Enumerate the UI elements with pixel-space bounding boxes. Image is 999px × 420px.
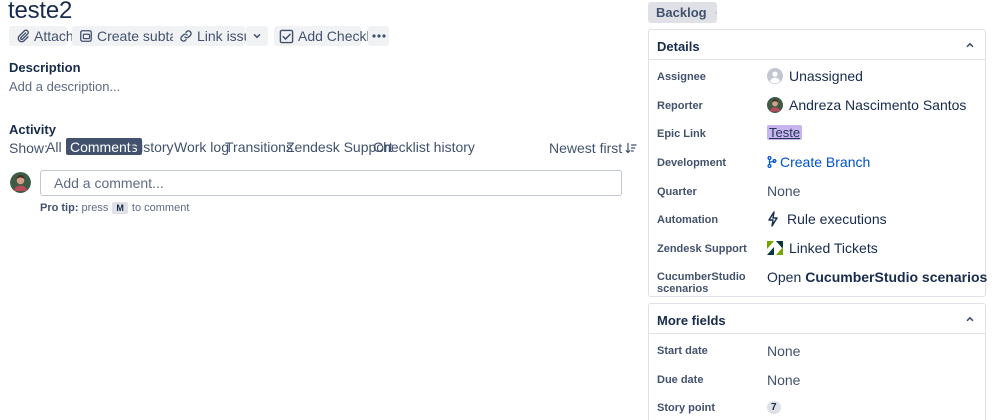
story-point-field[interactable]: 7: [767, 401, 781, 414]
cucumberstudio-label: CucumberStudio scenarios: [657, 271, 746, 295]
link-issue-button[interactable]: Link issue: [173, 26, 259, 46]
story-point-badge: 7: [767, 401, 781, 414]
chevron-up-icon[interactable]: [965, 40, 975, 50]
more-fields-header[interactable]: More fields: [649, 304, 985, 334]
description-heading: Description: [9, 60, 81, 75]
due-date-value[interactable]: None: [767, 372, 800, 388]
issue-title[interactable]: teste2: [8, 0, 72, 25]
cucumberstudio-open: Open: [767, 269, 802, 285]
sort-label: Newest first: [549, 140, 623, 156]
add-checklist-button[interactable]: Add Checklist: [274, 26, 384, 46]
epic-link-lozenge[interactable]: Teste: [767, 125, 803, 140]
attach-label: Attach: [34, 28, 74, 44]
assignee-label: Assignee: [657, 71, 706, 83]
zendesk-icon: [767, 241, 783, 255]
description-placeholder[interactable]: Add a description...: [9, 79, 120, 94]
details-title: Details: [657, 39, 700, 54]
create-branch-label: Create Branch: [780, 154, 871, 170]
reporter-value: Andreza Nascimento Santos: [789, 97, 967, 113]
create-branch-link[interactable]: Create Branch: [767, 154, 870, 170]
assignee-value: Unassigned: [789, 68, 863, 84]
due-date-label: Due date: [657, 374, 704, 386]
protip-suffix: to comment: [131, 202, 190, 214]
sort-newest-first-button[interactable]: Newest first: [549, 140, 637, 156]
linked-tickets-label: Linked Tickets: [789, 240, 878, 256]
chevron-down-icon: [253, 34, 261, 39]
protip: Pro tip: press M to comment: [40, 202, 189, 214]
activity-heading: Activity: [9, 122, 56, 137]
branch-icon: [767, 156, 777, 168]
comment-input[interactable]: Add a comment...: [40, 170, 622, 196]
more-icon: [371, 34, 386, 38]
reporter-field[interactable]: Andreza Nascimento Santos: [767, 97, 966, 113]
filter-checklist-history[interactable]: Checklist history: [369, 138, 479, 155]
sort-icon: [625, 142, 637, 154]
subtask-icon: [80, 30, 92, 42]
filter-all[interactable]: All: [42, 138, 66, 155]
paperclip-icon: [17, 29, 29, 43]
link-issue-dropdown-button[interactable]: [246, 26, 268, 46]
cucumberstudio-label-line1: CucumberStudio: [657, 271, 746, 283]
automation-label: Automation: [657, 214, 719, 226]
more-fields-title: More fields: [657, 313, 726, 328]
quarter-label: Quarter: [657, 186, 697, 198]
rule-executions-label: Rule executions: [787, 211, 887, 227]
story-point-label: Story point: [657, 402, 716, 414]
more-actions-button[interactable]: [368, 26, 389, 46]
zendesk-support-label: Zendesk Support: [657, 243, 747, 255]
create-subtask-button[interactable]: Create subtask: [72, 26, 191, 46]
open-cucumberstudio-button[interactable]: Open CucumberStudio scenarios: [767, 269, 987, 285]
unassigned-avatar-icon: [767, 68, 783, 84]
attach-button[interactable]: Attach: [9, 26, 74, 46]
comment-placeholder: Add a comment...: [54, 175, 164, 191]
development-label: Development: [657, 157, 727, 169]
cucumberstudio-value: CucumberStudio scenarios: [805, 269, 988, 285]
chevron-down-icon: [714, 12, 717, 14]
details-panel: Details Assignee Unassigned Reporter And…: [648, 29, 987, 297]
details-header[interactable]: Details: [649, 30, 985, 60]
more-fields-panel: More fields Start date None Due date Non…: [648, 303, 986, 420]
quarter-value[interactable]: None: [767, 183, 800, 199]
cucumberstudio-label-line2: scenarios: [657, 283, 709, 295]
checkbox-icon: [279, 29, 294, 43]
reporter-label: Reporter: [657, 100, 703, 112]
assignee-field[interactable]: Unassigned: [767, 68, 863, 84]
current-user-avatar: [10, 172, 31, 193]
epic-link-field: Teste: [767, 125, 803, 140]
rule-executions-button[interactable]: Rule executions: [767, 211, 887, 227]
linked-tickets-button[interactable]: Linked Tickets: [767, 240, 878, 256]
protip-key: M: [112, 202, 128, 214]
chevron-up-icon[interactable]: [965, 314, 975, 324]
epic-link-label: Epic Link: [657, 128, 706, 140]
status-dropdown-button[interactable]: Backlog: [648, 2, 717, 23]
link-icon: [180, 30, 192, 42]
reporter-avatar: [767, 97, 783, 113]
start-date-label: Start date: [657, 345, 708, 357]
protip-label: Pro tip:: [40, 202, 79, 214]
status-label: Backlog: [656, 5, 707, 20]
lightning-icon: [767, 211, 779, 227]
protip-press: press: [81, 202, 109, 214]
start-date-value[interactable]: None: [767, 343, 800, 359]
